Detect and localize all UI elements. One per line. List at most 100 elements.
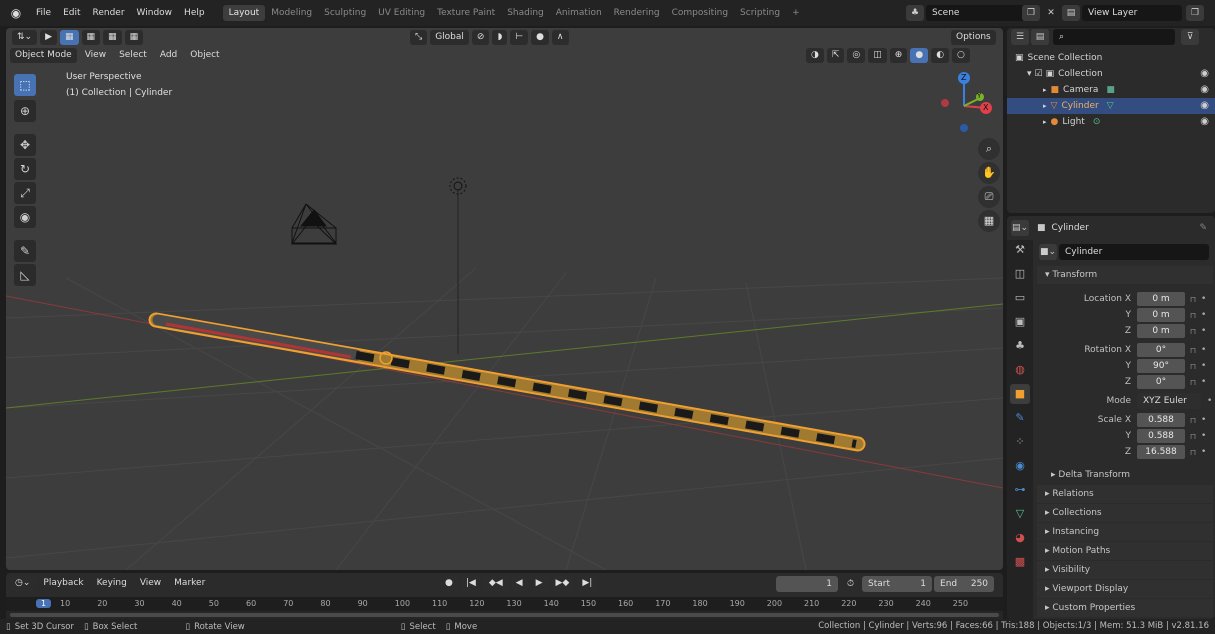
- frame-marker-current[interactable]: 1: [36, 599, 52, 608]
- scale-z-field[interactable]: 16.588: [1137, 445, 1185, 459]
- select-mode-new-icon[interactable]: ▦: [60, 30, 79, 45]
- output-tab-icon[interactable]: ▭: [1010, 288, 1030, 308]
- material-tab-icon[interactable]: ◕: [1010, 528, 1030, 548]
- scene-icon[interactable]: ♣: [906, 5, 924, 21]
- prev-keyframe-icon[interactable]: ◆◀: [483, 576, 508, 591]
- keyframe-dot-icon[interactable]: •: [1201, 415, 1206, 425]
- tab-sculpting[interactable]: Sculpting: [318, 5, 372, 21]
- collapse-icon[interactable]: ▾: [1027, 66, 1032, 82]
- location-y-field[interactable]: 0 m: [1137, 308, 1185, 322]
- record-icon[interactable]: ●: [440, 576, 458, 591]
- panel-visibility[interactable]: ▸ Visibility: [1037, 561, 1213, 579]
- select-tool-icon[interactable]: ▶: [40, 30, 58, 45]
- lock-icon[interactable]: ⊓: [1185, 346, 1201, 355]
- gizmo-toggle-icon[interactable]: ⇱: [826, 48, 845, 63]
- cylinder-object[interactable]: [148, 312, 866, 452]
- outliner-type-icon[interactable]: ☰: [1011, 29, 1029, 45]
- menu-file[interactable]: File: [30, 8, 57, 18]
- keyframe-dot-icon[interactable]: •: [1201, 447, 1206, 457]
- panel-custom-properties[interactable]: ▸ Custom Properties: [1037, 599, 1213, 617]
- tab-uv-editing[interactable]: UV Editing: [372, 5, 431, 21]
- falloff-icon[interactable]: ∧: [551, 30, 569, 45]
- 3d-viewport[interactable]: ⇅⌄ ▶ ▦ ▦ ▦ ▦ ⤡ Global ⊘ ◗ ⊢ ● ∧ Options …: [6, 28, 1003, 570]
- orientation-icon[interactable]: ⤡: [410, 30, 428, 45]
- lock-icon[interactable]: ⊓: [1185, 416, 1201, 425]
- timeline-menu-view[interactable]: View: [135, 576, 166, 591]
- viewport-menu-select[interactable]: Select: [114, 48, 152, 63]
- data-tab-icon[interactable]: ▽: [1010, 504, 1030, 524]
- rotation-x-field[interactable]: 0°: [1137, 343, 1185, 357]
- view-layer-selector[interactable]: View Layer: [1082, 5, 1182, 21]
- rotation-mode-select[interactable]: XYZ Euler: [1137, 393, 1201, 409]
- scene-tab-icon[interactable]: ♣: [1010, 336, 1030, 356]
- camera-view-icon[interactable]: ⎚: [978, 186, 1000, 208]
- rotate-tool-icon[interactable]: ↻: [14, 158, 36, 180]
- timeline-menu-playback[interactable]: Playback: [38, 576, 88, 591]
- snap-icon[interactable]: ◗: [492, 30, 508, 45]
- pan-hand-icon[interactable]: ✋: [978, 162, 1000, 184]
- scale-y-field[interactable]: 0.588: [1137, 429, 1185, 443]
- rotation-y-field[interactable]: 90°: [1137, 359, 1185, 373]
- lock-icon[interactable]: ⊓: [1185, 378, 1201, 387]
- new-view-layer-icon[interactable]: ❐: [1186, 5, 1204, 21]
- timeline-editor[interactable]: ◷⌄ Playback Keying View Marker ● |◀ ◆◀ ◀…: [6, 573, 1003, 619]
- constraints-tab-icon[interactable]: ⊶: [1010, 480, 1030, 500]
- tab-modeling[interactable]: Modeling: [265, 5, 318, 21]
- outliner-collection[interactable]: ▾ ☑ ▣ Collection ◉: [1007, 66, 1215, 82]
- options-menu[interactable]: Options: [951, 30, 996, 45]
- select-mode-subtract-icon[interactable]: ▦: [103, 30, 122, 45]
- keyframe-dot-icon[interactable]: •: [1201, 431, 1206, 441]
- scale-x-field[interactable]: 0.588: [1137, 413, 1185, 427]
- new-scene-icon[interactable]: ❐: [1022, 5, 1040, 21]
- panel-relations[interactable]: ▸ Relations: [1037, 485, 1213, 503]
- tab-rendering[interactable]: Rendering: [608, 5, 666, 21]
- start-frame-field[interactable]: Start 1: [862, 576, 933, 592]
- keyframe-dot-icon[interactable]: •: [1201, 377, 1206, 387]
- timeline-editor-type-icon[interactable]: ◷⌄: [10, 576, 36, 591]
- outliner-item-cylinder[interactable]: ▸ ▽ Cylinder ▽ ◉: [1007, 98, 1215, 114]
- xray-toggle-icon[interactable]: ◫: [868, 48, 887, 63]
- view-layer-tab-icon[interactable]: ▣: [1010, 312, 1030, 332]
- solid-shading-icon[interactable]: ●: [910, 48, 929, 63]
- keyframe-dot-icon[interactable]: •: [1201, 361, 1206, 371]
- cursor-tool-icon[interactable]: ⊕: [14, 100, 36, 122]
- expand-icon[interactable]: ▸: [1043, 82, 1047, 98]
- filter-icon[interactable]: ⊽: [1181, 29, 1199, 45]
- timeline-menu-keying[interactable]: Keying: [92, 576, 132, 591]
- tab-layout[interactable]: Layout: [222, 5, 266, 21]
- annotate-tool-icon[interactable]: ✎: [14, 240, 36, 262]
- checkbox-icon[interactable]: ☑: [1035, 66, 1043, 82]
- outliner-search-input[interactable]: ⌕: [1053, 29, 1175, 45]
- expand-icon[interactable]: ▸: [1043, 114, 1047, 130]
- location-z-field[interactable]: 0 m: [1137, 324, 1185, 338]
- frame-ruler[interactable]: 1 10 20 30 40 50 60 70 80 90 100 110 120 130 140 150 160…: [6, 597, 1003, 611]
- scene-selector[interactable]: Scene: [926, 5, 1036, 21]
- jump-end-icon[interactable]: ▶|: [577, 576, 598, 591]
- move-tool-icon[interactable]: ✥: [14, 134, 36, 156]
- select-box-tool-icon[interactable]: ⬚: [14, 74, 36, 96]
- tab-scripting[interactable]: Scripting: [734, 5, 786, 21]
- properties-editor[interactable]: ▤⌄ ■ Cylinder ✎ ⚒ ◫ ▭ ▣ ♣ ◍ ■ ✎ ⁘ ◉ ⊶ ▽ …: [1007, 216, 1215, 619]
- tab-texture-paint[interactable]: Texture Paint: [431, 5, 501, 21]
- next-keyframe-icon[interactable]: ▶◆: [550, 576, 575, 591]
- lock-icon[interactable]: ⊓: [1185, 311, 1201, 320]
- panel-collections[interactable]: ▸ Collections: [1037, 504, 1213, 522]
- perspective-toggle-icon[interactable]: ▦: [978, 210, 1000, 232]
- rotation-z-field[interactable]: 0°: [1137, 375, 1185, 389]
- outliner-editor[interactable]: ☰ ▤ ⌕ ⊽ ▣ Scene Collection ▾ ☑ ▣ Collect…: [1007, 28, 1215, 213]
- particles-tab-icon[interactable]: ⁘: [1010, 432, 1030, 452]
- object-datablock-icon[interactable]: ■⌄: [1039, 244, 1057, 260]
- pin-icon[interactable]: ✎: [1199, 223, 1207, 233]
- panel-delta-transform[interactable]: ▸ Delta Transform: [1037, 466, 1213, 484]
- snap-target-icon[interactable]: ⊢: [510, 30, 529, 45]
- navigation-gizmo[interactable]: Z X Y: [934, 70, 996, 132]
- menu-help[interactable]: Help: [178, 8, 211, 18]
- panel-viewport-display[interactable]: ▸ Viewport Display: [1037, 580, 1213, 598]
- scale-tool-icon[interactable]: ⤢: [14, 182, 36, 204]
- keyframe-dot-icon[interactable]: •: [1201, 310, 1206, 320]
- world-tab-icon[interactable]: ◍: [1010, 360, 1030, 380]
- play-icon[interactable]: ▶: [530, 576, 548, 591]
- eye-icon[interactable]: ◉: [1200, 66, 1209, 82]
- transform-tool-icon[interactable]: ◉: [14, 206, 36, 228]
- object-mode-select[interactable]: Object Mode: [10, 48, 77, 63]
